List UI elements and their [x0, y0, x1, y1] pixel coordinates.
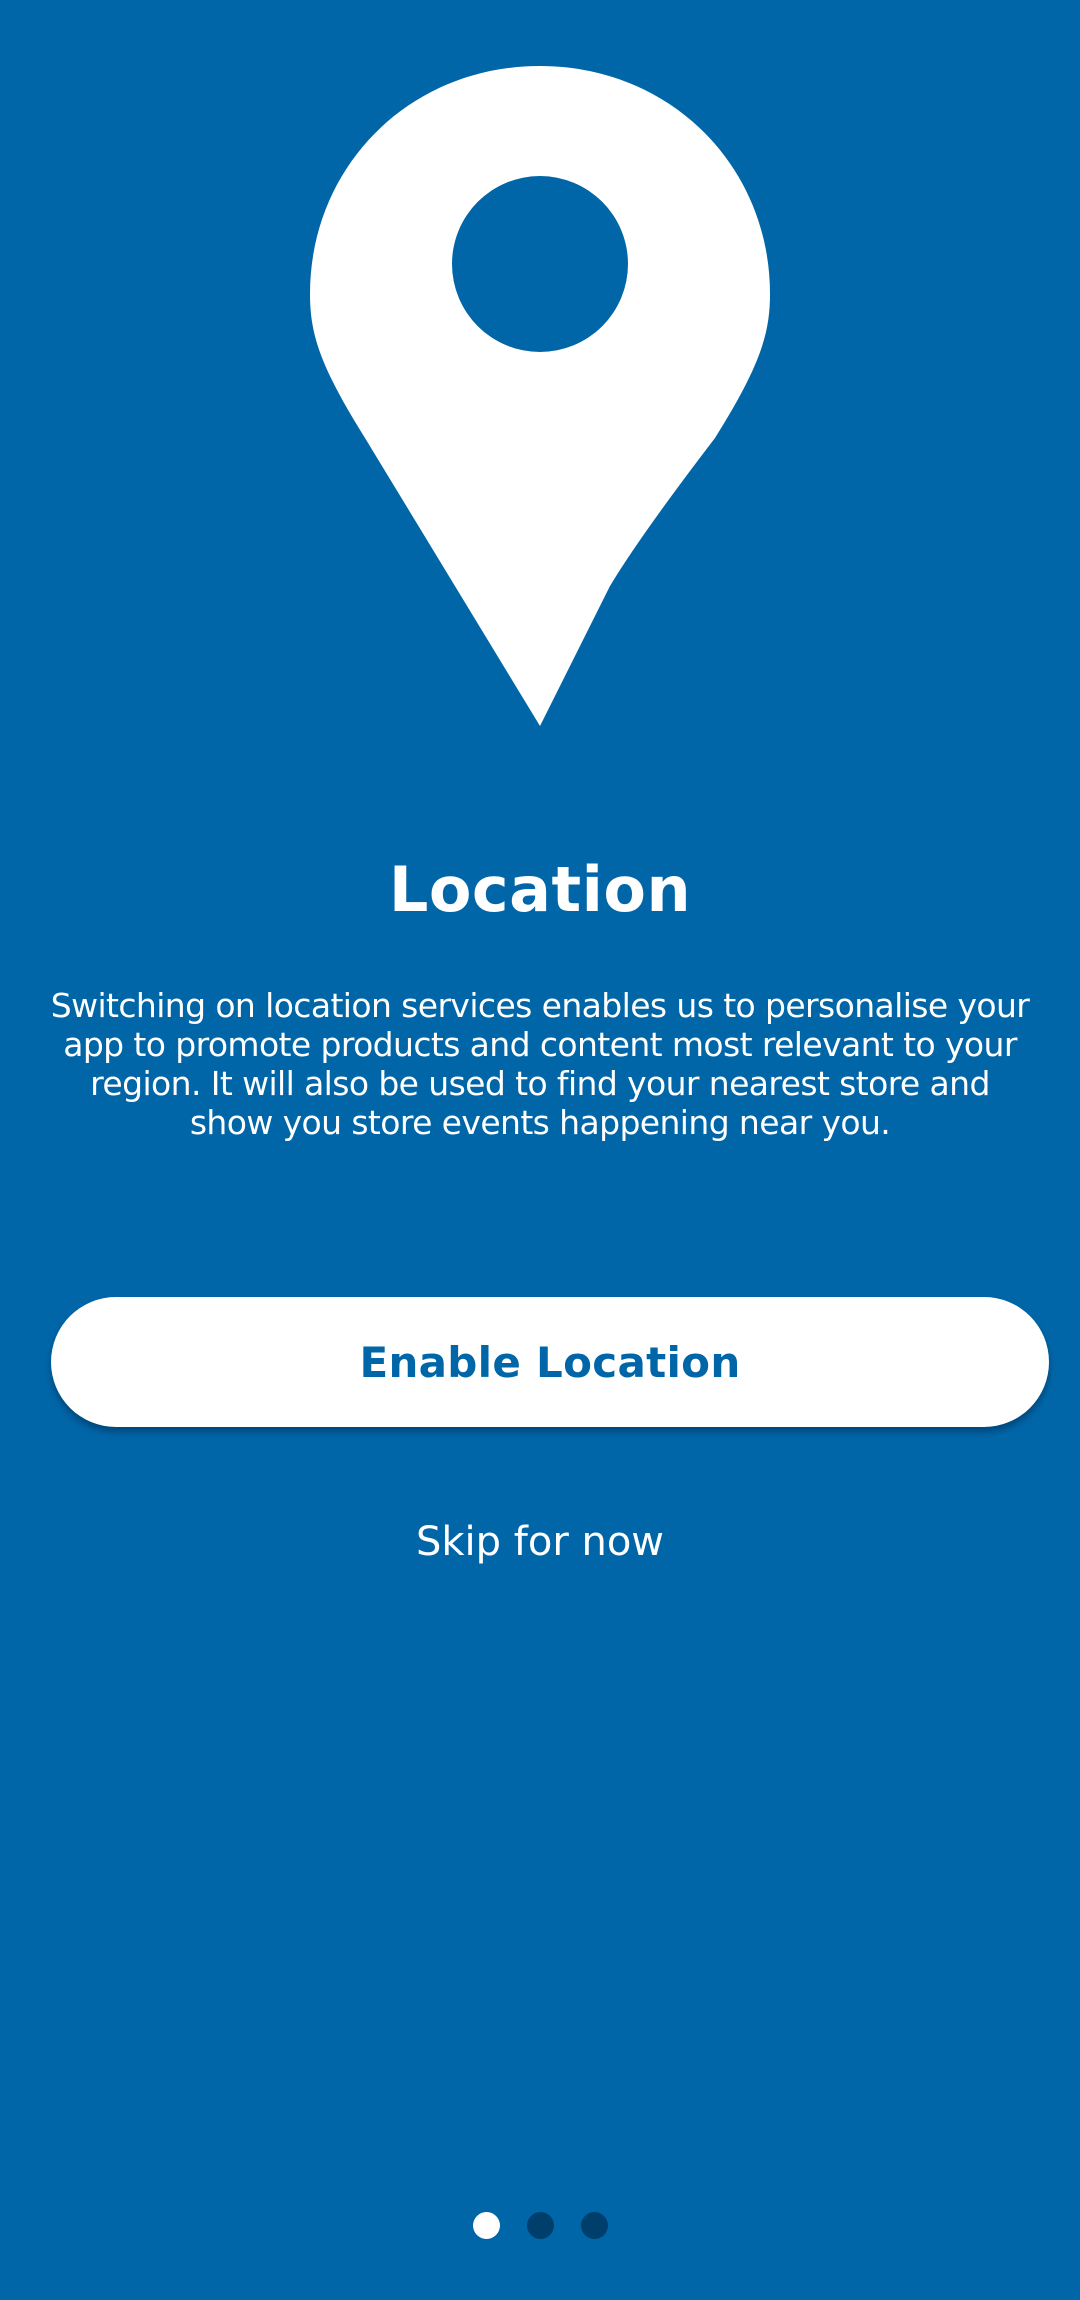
- page-dot-3[interactable]: [580, 2211, 608, 2239]
- skip-for-now-link[interactable]: Skip for now: [340, 1510, 740, 1574]
- onboarding-screen: Location Switching on location services …: [0, 0, 1080, 2300]
- page-dot-1[interactable]: [472, 2211, 500, 2239]
- description-text: Switching on location services enables u…: [50, 986, 1030, 1142]
- enable-location-label: Enable Location: [359, 1337, 741, 1387]
- page-indicator: [0, 2210, 1080, 2240]
- location-pin-icon: [310, 66, 770, 726]
- enable-location-button[interactable]: Enable Location: [51, 1297, 1049, 1427]
- page-title: Location: [388, 853, 692, 926]
- page-dot-2[interactable]: [526, 2211, 554, 2239]
